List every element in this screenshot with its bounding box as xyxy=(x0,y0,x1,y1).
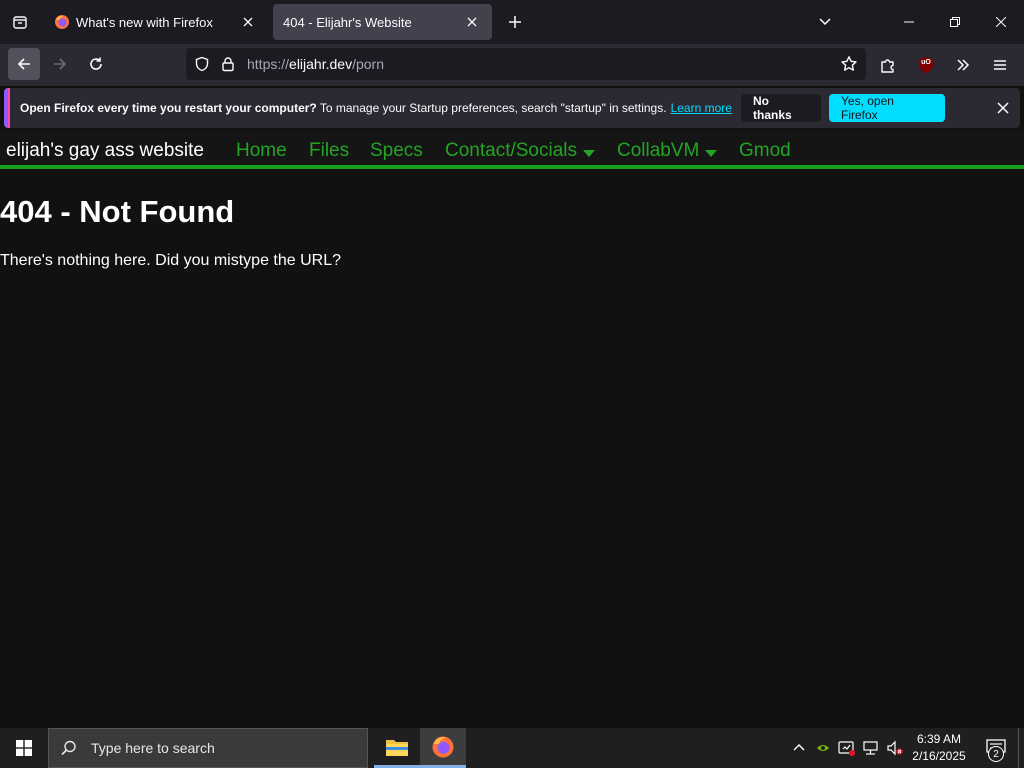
window-close-button[interactable] xyxy=(978,0,1024,44)
notification-count-badge: 2 xyxy=(988,746,1004,762)
back-button[interactable] xyxy=(8,48,40,80)
nvidia-tray-icon[interactable] xyxy=(813,738,833,758)
tab-404-elijahr[interactable]: 404 - Elijahr's Website xyxy=(273,4,492,40)
firefox-icon xyxy=(432,736,454,757)
arrow-right-icon xyxy=(54,58,67,70)
clock-time: 6:39 AM xyxy=(916,732,962,746)
nav-dropdown-collabvm[interactable]: CollabVM xyxy=(617,140,718,162)
notification-close-button[interactable] xyxy=(992,97,1014,119)
close-icon xyxy=(996,17,1006,27)
nav-link-label: Specs xyxy=(370,140,423,161)
windows-logo-icon xyxy=(16,740,32,756)
new-tab-button[interactable] xyxy=(500,6,530,38)
url-path: /porn xyxy=(352,56,384,72)
nav-dropdown-contact-socials[interactable]: Contact/Socials xyxy=(445,140,596,162)
nav-link-gmod[interactable]: Gmod xyxy=(739,140,791,162)
nav-link-files[interactable]: Files xyxy=(309,140,349,162)
dropdown-caret-icon xyxy=(705,149,718,157)
windows-security-icon[interactable] xyxy=(837,738,857,758)
folder-icon xyxy=(386,739,408,756)
tabs-list-icon xyxy=(13,16,27,29)
tab-close-icon[interactable] xyxy=(238,12,258,32)
default-browser-notification: Open Firefox every time you restart your… xyxy=(4,88,1020,128)
url-prefix: https:// xyxy=(247,56,290,72)
nav-link-label: Home xyxy=(236,140,287,161)
no-thanks-button[interactable]: No thanks xyxy=(741,94,821,122)
extensions-button[interactable] xyxy=(875,52,901,78)
taskbar-search-box[interactable] xyxy=(48,728,368,768)
plus-icon xyxy=(509,16,521,28)
url-domain: elijahr.dev xyxy=(289,56,353,72)
url-bar[interactable]: https://elijahr.dev/porn xyxy=(186,48,866,80)
tab-title: What's new with Firefox xyxy=(76,14,213,30)
tab-whats-new[interactable]: What's new with Firefox xyxy=(44,4,268,40)
notification-bold-text: Open Firefox every time you restart your… xyxy=(20,101,317,115)
notification-text: To manage your Startup preferences, sear… xyxy=(316,101,667,115)
firefox-favicon-icon xyxy=(54,14,70,30)
nav-link-label: CollabVM xyxy=(617,140,700,161)
reload-icon xyxy=(90,57,102,70)
close-icon xyxy=(997,102,1009,114)
overflow-menu-button[interactable] xyxy=(950,52,976,78)
tabs-dropdown-button[interactable] xyxy=(810,6,840,38)
taskbar-search-input[interactable] xyxy=(89,739,349,757)
site-title[interactable]: elijah's gay ass website xyxy=(6,140,204,162)
windows-taskbar: 6:39 AM 2/16/2025 2 xyxy=(0,728,1024,768)
page-heading: 404 - Not Found xyxy=(0,194,235,229)
page-message: There's nothing here. Did you mistype th… xyxy=(0,252,342,269)
volume-muted-icon[interactable] xyxy=(885,738,905,758)
show-hidden-icons-button[interactable] xyxy=(789,738,809,758)
app-menu-button[interactable] xyxy=(987,52,1013,78)
restore-icon xyxy=(950,17,960,27)
url-text[interactable]: https://elijahr.dev/porn xyxy=(247,56,384,72)
chevron-up-icon xyxy=(793,744,805,751)
site-navbar: elijah's gay ass website Home Files Spec… xyxy=(0,131,1024,169)
arrow-left-icon xyxy=(17,58,30,70)
nav-link-label: Contact/Socials xyxy=(445,140,578,161)
tab-title: 404 - Elijahr's Website xyxy=(283,14,412,30)
reload-button[interactable] xyxy=(80,48,112,80)
window-minimize-button[interactable] xyxy=(886,0,932,44)
taskbar-file-explorer[interactable] xyxy=(374,728,420,768)
notification-message: Open Firefox every time you restart your… xyxy=(20,101,732,115)
nav-link-label: Gmod xyxy=(739,140,791,161)
network-icon[interactable] xyxy=(861,738,881,758)
nav-link-specs[interactable]: Specs xyxy=(370,140,423,162)
ublock-label: uO xyxy=(921,59,931,66)
puzzle-icon xyxy=(881,59,894,73)
nav-link-home[interactable]: Home xyxy=(236,140,287,162)
navigation-toolbar: https://elijahr.dev/porn uO xyxy=(0,44,1024,86)
forward-button[interactable] xyxy=(44,48,76,80)
chevron-down-icon xyxy=(819,18,831,26)
tab-close-icon[interactable] xyxy=(462,12,482,32)
tracking-protection-shield-icon[interactable] xyxy=(192,54,212,74)
list-all-tabs-button[interactable] xyxy=(4,6,36,38)
window-restore-button[interactable] xyxy=(932,0,978,44)
taskbar-clock[interactable]: 6:39 AM 2/16/2025 xyxy=(906,731,972,765)
start-button[interactable] xyxy=(0,728,48,768)
tab-strip: What's new with Firefox 404 - Elijahr's … xyxy=(0,0,1024,44)
learn-more-link[interactable]: Learn more xyxy=(671,101,732,115)
minimize-icon xyxy=(904,21,914,23)
ublock-origin-button[interactable]: uO xyxy=(913,52,939,78)
yes-open-firefox-button[interactable]: Yes, open Firefox xyxy=(829,94,945,122)
taskbar-firefox[interactable] xyxy=(420,728,466,768)
lock-icon[interactable] xyxy=(218,54,238,74)
double-chevron-right-icon xyxy=(957,59,970,71)
bookmark-star-icon[interactable] xyxy=(838,53,860,75)
show-desktop-button[interactable] xyxy=(1018,728,1024,768)
nav-link-label: Files xyxy=(309,140,350,161)
dropdown-caret-icon xyxy=(583,149,596,157)
search-icon xyxy=(49,739,89,757)
hamburger-menu-icon xyxy=(994,60,1006,70)
clock-date: 2/16/2025 xyxy=(912,749,966,763)
